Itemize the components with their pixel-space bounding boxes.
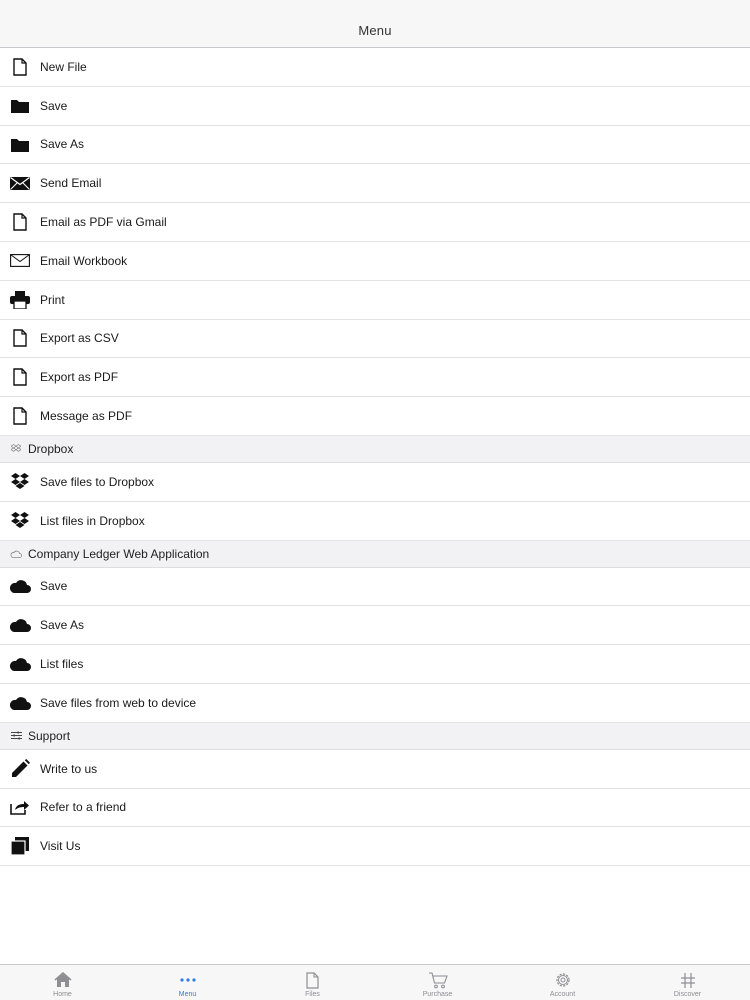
cloud-icon [0,684,40,722]
menu-item-export-csv[interactable]: Export as CSV [0,319,750,359]
pencil-icon [0,750,40,788]
more-dots-icon [179,970,196,990]
section-title: Dropbox [28,441,74,456]
menu-item-label: Export as CSV [40,331,119,346]
menu-item-message-pdf[interactable]: Message as PDF [0,397,750,436]
menu-item-visit-us[interactable]: Visit Us [0,827,750,867]
copy-icon [0,827,40,865]
section-title: Support [28,728,71,743]
file-icon [0,358,40,396]
tab-label: Files [305,991,320,998]
menu-item-email-pdf-gmail[interactable]: Email as PDF via Gmail [0,203,750,242]
tab-label: Menu [178,991,197,998]
file-icon [306,970,319,990]
menu-item-label: Send Email [40,176,102,191]
menu-item-label: New File [40,59,87,74]
tab-purchase[interactable]: Purchase [375,965,500,1000]
tab-account[interactable]: Account [500,965,625,1000]
gear-icon [554,970,572,990]
file-icon [0,48,40,86]
cloud-icon [0,567,40,605]
tab-home[interactable]: Home [0,965,125,1000]
page-title: Menu [358,23,392,38]
menu-item-web-save-as[interactable]: Save As [0,606,750,646]
menu-item-save-as[interactable]: Save As [0,125,750,165]
hash-icon [680,970,696,990]
menu-item-label: Visit Us [40,839,81,854]
menu-item-export-pdf[interactable]: Export as PDF [0,358,750,398]
menu-item-label: Message as PDF [40,409,133,424]
menu-item-label: Save As [40,618,85,633]
share-icon [0,788,40,826]
tab-discover[interactable]: Discover [625,965,750,1000]
tab-label: Home [53,991,72,998]
cart-icon [428,970,448,990]
menu-item-list-dropbox[interactable]: List files in Dropbox [0,501,750,541]
menu-item-refer-friend[interactable]: Refer to a friend [0,788,750,828]
tab-label: Discover [673,991,702,998]
tab-label: Account [549,991,576,998]
dropbox-outline-icon [10,443,22,455]
menu-item-label: Email as PDF via Gmail [40,215,167,230]
menu-item-new-file[interactable]: New File [0,48,750,87]
menu-item-web-save[interactable]: Save [0,567,750,607]
menu-item-web-save-to-device[interactable]: Save files from web to device [0,683,750,723]
tab-label: Purchase [422,991,453,998]
printer-icon [0,281,40,319]
menu-item-write-to-us[interactable]: Write to us [0,749,750,789]
tab-bar: Home Menu Files Purchase Account Discove… [0,964,750,1000]
menu-item-label: Print [40,292,65,307]
menu-item-label: List files [40,657,84,672]
dropbox-icon [0,502,40,540]
cloud-icon [0,606,40,644]
section-header-support: Support [0,722,750,750]
menu-item-email-workbook[interactable]: Email Workbook [0,241,750,281]
menu-item-label: Export as PDF [40,370,119,385]
menu-item-save[interactable]: Save [0,86,750,126]
menu-item-label: Email Workbook [40,253,128,268]
menu-item-print[interactable]: Print [0,280,750,320]
menu-item-label: Write to us [40,761,98,776]
menu-list: New File Save Save As Send Email Email a… [0,48,750,867]
envelope-outline-icon [0,242,40,280]
menu-item-label: Save files from web to device [40,695,197,710]
menu-item-send-email[interactable]: Send Email [0,164,750,204]
folder-icon [0,126,40,164]
section-header-web-app: Company Ledger Web Application [0,540,750,568]
tab-files[interactable]: Files [250,965,375,1000]
menu-item-web-list-files[interactable]: List files [0,645,750,684]
menu-item-label: List files in Dropbox [40,513,145,528]
file-icon [0,203,40,241]
file-icon [0,319,40,357]
dropbox-icon [0,463,40,501]
menu-item-label: Refer to a friend [40,800,127,815]
section-title: Company Ledger Web Application [28,546,210,561]
sliders-icon [10,730,22,742]
cloud-icon [0,645,40,683]
navigation-bar: Menu [0,0,750,48]
menu-item-label: Save [40,579,68,594]
menu-item-label: Save files to Dropbox [40,474,155,489]
menu-item-label: Save [40,98,68,113]
folder-icon [0,87,40,125]
menu-item-label: Save As [40,137,85,152]
section-header-dropbox: Dropbox [0,435,750,463]
envelope-filled-icon [0,164,40,202]
tab-menu[interactable]: Menu [125,965,250,1000]
cloud-outline-icon [10,548,22,560]
home-icon [54,970,72,990]
menu-item-save-to-dropbox[interactable]: Save files to Dropbox [0,462,750,502]
file-icon [0,397,40,435]
